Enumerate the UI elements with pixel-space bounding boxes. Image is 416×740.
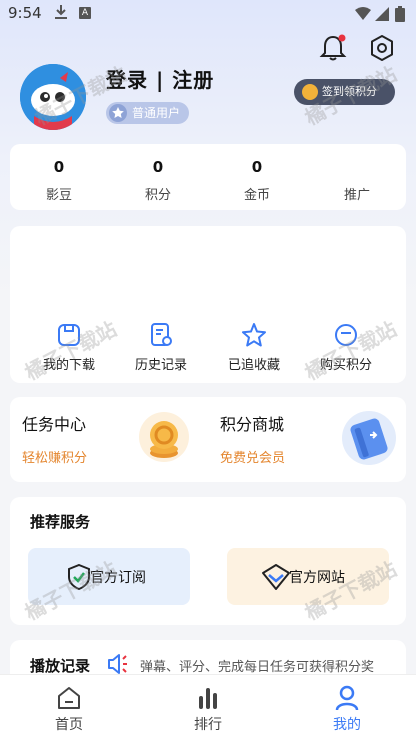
bottom-nav: 首页 排行 我的: [0, 674, 416, 740]
stat-value: 0: [53, 158, 65, 176]
home-icon: [55, 684, 83, 712]
avatar[interactable]: [20, 64, 86, 130]
points-mall-subtitle[interactable]: 免费兑会员: [220, 447, 285, 466]
tool-my-downloads[interactable]: 我的下载: [29, 322, 109, 373]
stat-value: 0: [251, 158, 263, 176]
services-title: 推荐服务: [30, 513, 91, 531]
nav-mine[interactable]: 我的: [307, 675, 387, 734]
points-coin-icon: [333, 322, 359, 348]
ranking-bars-icon: [194, 684, 222, 712]
official-website-button[interactable]: 官方网站: [227, 548, 389, 605]
service-label: 官方订阅: [90, 570, 146, 586]
tool-favorites[interactable]: 已追收藏: [214, 322, 294, 373]
settings-gear-icon[interactable]: [368, 34, 396, 66]
status-bar: 9:54 A: [0, 0, 416, 30]
stat-coins[interactable]: 0 金币: [222, 144, 292, 203]
tool-label: 历史记录: [134, 358, 187, 373]
task-center-title[interactable]: 任务中心: [22, 411, 86, 435]
download-box-icon: [56, 322, 82, 348]
nav-label: 我的: [333, 717, 361, 733]
tool-history[interactable]: 历史记录: [121, 322, 201, 373]
stat-label: 金币: [243, 188, 270, 203]
profile-icon: [333, 684, 361, 712]
star-badge-icon: [109, 104, 127, 122]
wifi-icon: [355, 6, 371, 25]
services-card: 推荐服务 官方订阅 官方网站: [10, 497, 406, 625]
battery-icon: [395, 6, 405, 26]
user-level-badge: 普通用户: [106, 102, 190, 124]
play-history-title[interactable]: 播放记录: [30, 655, 90, 676]
tool-label: 我的下载: [42, 358, 95, 373]
stats-card: 0 影豆 0 积分 0 金币 推广: [10, 144, 406, 210]
avatar-mascot-icon: [20, 64, 86, 130]
points-mall-title[interactable]: 积分商城: [220, 411, 284, 435]
diamond-chevron-icon: [261, 563, 291, 595]
login-register-link[interactable]: 登录 | 注册: [106, 64, 214, 93]
status-time: 9:54: [8, 4, 42, 22]
stat-label: 推广: [343, 188, 370, 203]
vip-card-icon: [340, 409, 398, 471]
tools-card: 我的下载 历史记录 已追收藏 购买积分: [10, 226, 406, 383]
stat-yingdou[interactable]: 0 影豆: [24, 144, 94, 203]
official-subscribe-button[interactable]: 官方订阅: [28, 548, 190, 605]
checkin-button[interactable]: 签到领积分: [294, 79, 395, 105]
stat-points[interactable]: 0 积分: [123, 144, 193, 203]
gold-coins-icon: [138, 411, 194, 471]
nav-label: 首页: [55, 717, 83, 733]
nav-home[interactable]: 首页: [29, 675, 109, 734]
service-label: 官方网站: [289, 570, 345, 586]
stat-label: 影豆: [45, 188, 72, 203]
stat-promote[interactable]: 推广: [322, 144, 392, 203]
stat-value: [322, 158, 392, 176]
coin-icon: [302, 84, 318, 100]
checkin-label: 签到领积分: [322, 85, 377, 98]
download-status-icon: [54, 4, 68, 24]
history-doc-icon: [148, 322, 174, 348]
cellular-signal-icon: [375, 6, 389, 25]
a-status-icon: A: [79, 7, 91, 19]
notification-bell-icon[interactable]: [318, 33, 348, 67]
promo-card: 任务中心 轻松赚积分 积分商城 免费兑会员: [10, 397, 406, 482]
tool-label: 已追收藏: [227, 358, 280, 373]
nav-label: 排行: [194, 717, 222, 733]
notice-marquee: 弹幕、评分、完成每日任务可获得积分奖: [140, 660, 375, 675]
user-level-label: 普通用户: [132, 106, 181, 120]
tool-buy-points[interactable]: 购买积分: [306, 322, 386, 373]
shield-check-icon: [66, 563, 92, 594]
task-center-subtitle[interactable]: 轻松赚积分: [22, 447, 87, 466]
stat-label: 积分: [144, 188, 171, 203]
tool-label: 购买积分: [319, 358, 372, 373]
stat-value: 0: [152, 158, 164, 176]
nav-ranking[interactable]: 排行: [168, 675, 248, 734]
star-icon: [241, 322, 267, 348]
